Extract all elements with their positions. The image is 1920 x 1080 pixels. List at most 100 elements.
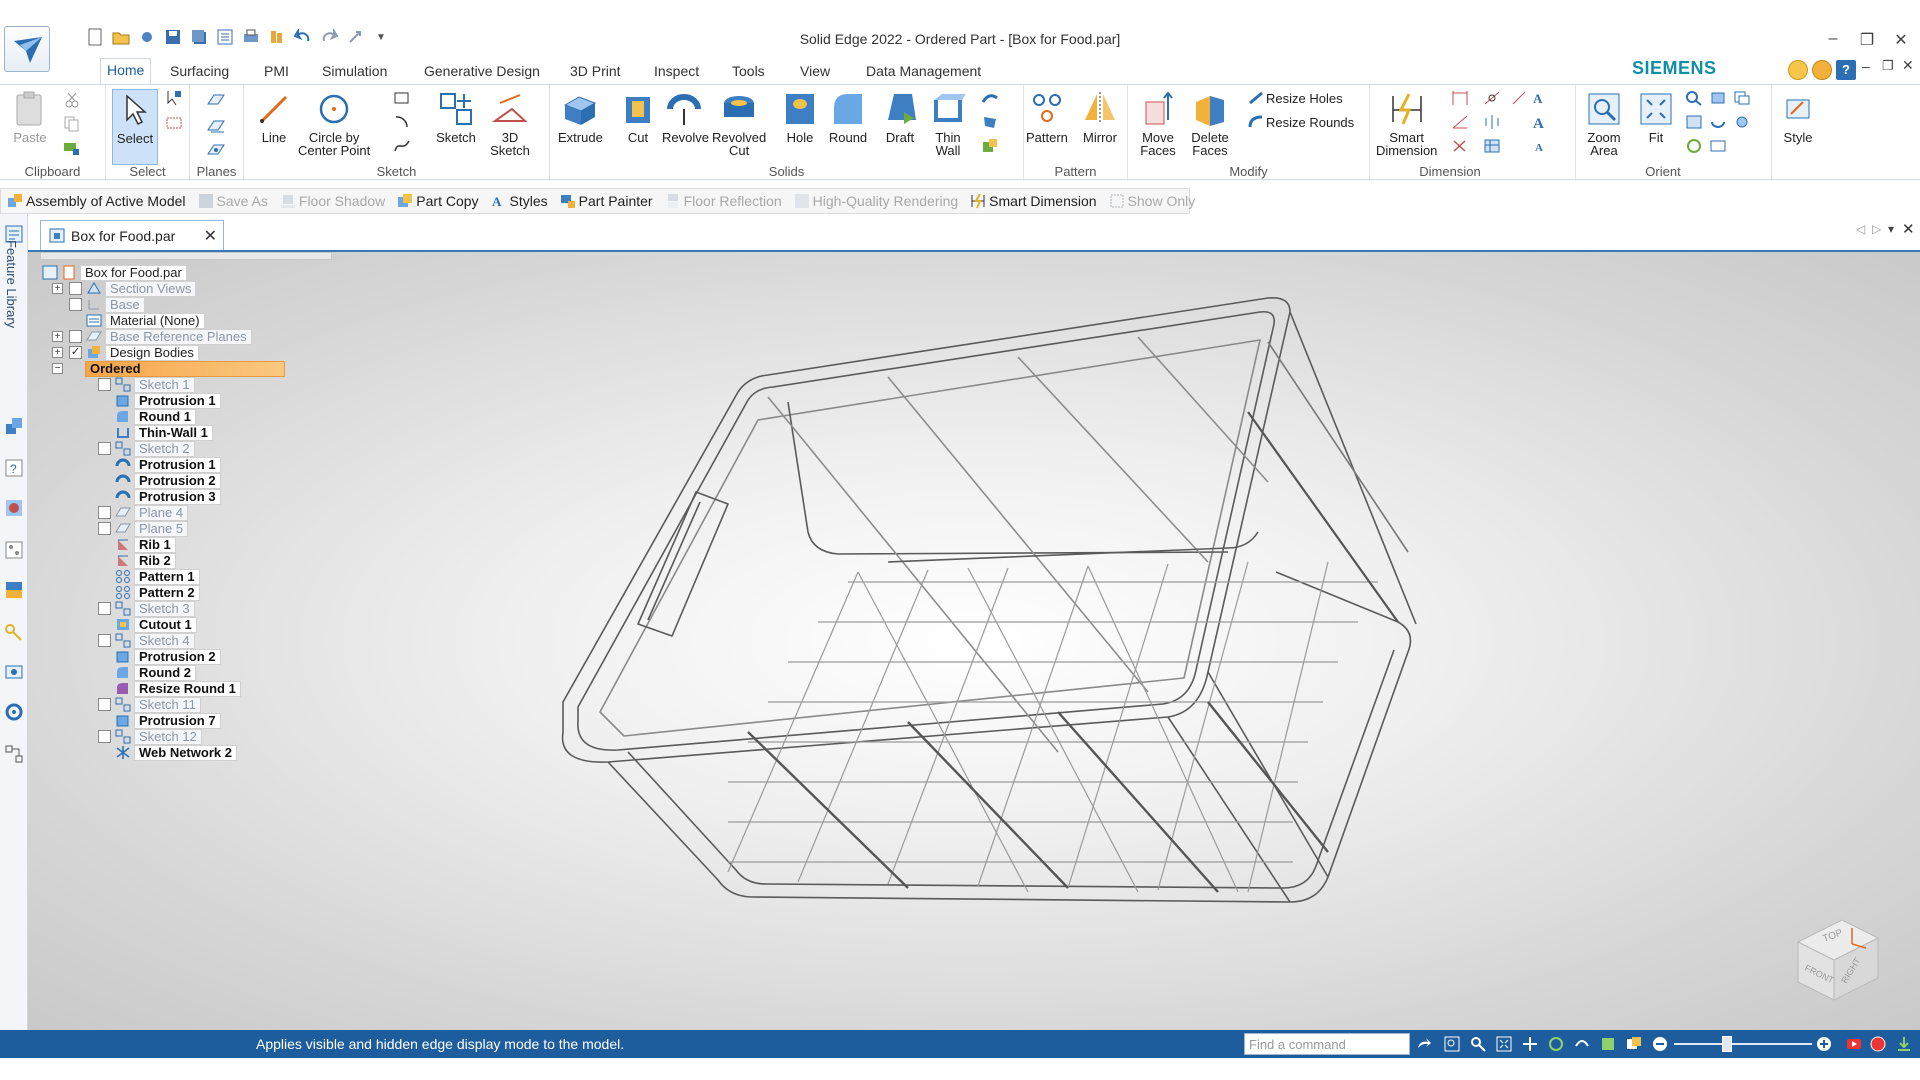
select-box-icon[interactable] bbox=[164, 115, 184, 133]
visibility-checkbox[interactable] bbox=[98, 522, 111, 535]
zoom-slider-thumb[interactable] bbox=[1722, 1036, 1732, 1052]
floor-shadow-button[interactable]: Floor Shadow bbox=[274, 189, 391, 213]
circle-by-center-point-button[interactable]: Circle by Center Point bbox=[298, 89, 370, 157]
close-all-tabs-icon[interactable]: ✕ bbox=[1902, 220, 1915, 238]
smart-dimension-command-button[interactable]: Smart Dimension bbox=[964, 189, 1102, 213]
draft-button[interactable]: Draft bbox=[880, 89, 920, 144]
show-only-button[interactable]: Show Only bbox=[1103, 189, 1202, 213]
print-icon[interactable] bbox=[240, 26, 262, 48]
tree-item-feature[interactable]: Resize Round 1 bbox=[115, 680, 241, 697]
angled-plane-icon[interactable] bbox=[206, 141, 226, 159]
tab-scroll-right-icon[interactable]: ▷ bbox=[1872, 222, 1881, 236]
tab-simulation[interactable]: Simulation bbox=[316, 60, 393, 82]
tree-item-ordered[interactable]: − Ordered bbox=[52, 360, 285, 377]
open-file-icon[interactable] bbox=[110, 26, 132, 48]
select-filter-icon[interactable] bbox=[164, 89, 184, 107]
text-large-a-icon[interactable]: A bbox=[1530, 113, 1550, 131]
go-arrow-icon[interactable] bbox=[1416, 1036, 1432, 1052]
previous-view-icon[interactable] bbox=[1732, 89, 1752, 107]
tab-3d-print[interactable]: 3D Print bbox=[564, 60, 627, 82]
curve-icon[interactable] bbox=[392, 137, 412, 155]
visibility-checkbox[interactable] bbox=[98, 442, 111, 455]
named-views-icon[interactable] bbox=[1708, 137, 1728, 155]
find-command-input[interactable] bbox=[1244, 1033, 1410, 1055]
tab-generative-design[interactable]: Generative Design bbox=[418, 60, 546, 82]
visibility-checkbox[interactable] bbox=[98, 506, 111, 519]
pathfinder-scrollbar[interactable] bbox=[40, 252, 332, 260]
smiley-happy-icon[interactable] bbox=[1788, 60, 1808, 80]
restore-icon[interactable]: ❐ bbox=[1850, 30, 1884, 50]
tree-item-feature[interactable]: Round 1 bbox=[115, 408, 196, 425]
tree-item-feature[interactable]: Protrusion 2 bbox=[115, 472, 221, 489]
part-copy-button[interactable]: Part Copy bbox=[391, 189, 484, 213]
styles-button[interactable]: A Styles bbox=[485, 189, 554, 213]
help-icon[interactable]: ? bbox=[1836, 60, 1856, 80]
layers-tab-icon[interactable] bbox=[4, 416, 24, 436]
round-button[interactable]: Round bbox=[828, 89, 868, 144]
smart-dimension-button[interactable]: Smart Dimension bbox=[1376, 89, 1437, 157]
video-record-icon[interactable] bbox=[1846, 1036, 1862, 1052]
tree-item-feature[interactable]: Round 2 bbox=[115, 664, 196, 681]
rotate-icon[interactable] bbox=[1684, 137, 1704, 155]
key-tab-icon[interactable] bbox=[4, 622, 24, 642]
visibility-checkbox[interactable] bbox=[69, 282, 82, 295]
resize-holes-button[interactable]: Resize Holes bbox=[1266, 91, 1343, 106]
angle-dimension-icon[interactable] bbox=[1510, 89, 1530, 107]
tree-item-base-reference-planes[interactable]: + Base Reference Planes bbox=[52, 328, 252, 345]
select-button[interactable]: Select bbox=[112, 89, 158, 165]
record-stop-icon[interactable] bbox=[1870, 1036, 1886, 1052]
zoom-area-status-icon[interactable] bbox=[1444, 1036, 1460, 1052]
color-manager-tab-icon[interactable] bbox=[4, 580, 24, 600]
tab-home[interactable]: Home bbox=[100, 58, 152, 86]
mirror-button[interactable]: Mirror bbox=[1080, 89, 1120, 144]
tree-item-feature[interactable]: Rib 1 bbox=[115, 536, 176, 553]
tree-item-feature[interactable]: Protrusion 1 bbox=[115, 456, 221, 473]
tree-item-section-views[interactable]: + Section Views bbox=[52, 280, 197, 297]
rectangle-icon[interactable] bbox=[392, 89, 412, 107]
sketch-view-icon[interactable] bbox=[1732, 113, 1752, 131]
extrude-button[interactable]: Extrude bbox=[558, 89, 603, 144]
tab-pmi[interactable]: PMI bbox=[258, 60, 295, 82]
save-all-icon[interactable] bbox=[188, 26, 210, 48]
floor-reflection-button[interactable]: Floor Reflection bbox=[659, 189, 788, 213]
tab-surfacing[interactable]: Surfacing bbox=[164, 60, 235, 82]
thin-wall-button[interactable]: Thin Wall bbox=[928, 89, 968, 157]
collapse-icon[interactable]: − bbox=[52, 363, 63, 374]
tab-inspect[interactable]: Inspect bbox=[648, 60, 705, 82]
zoom-status-icon[interactable] bbox=[1470, 1036, 1486, 1052]
resize-rounds-button[interactable]: Resize Rounds bbox=[1266, 115, 1354, 130]
graphics-window[interactable] bbox=[28, 252, 1920, 1030]
loft-icon[interactable] bbox=[980, 113, 1000, 131]
feature-library-tab[interactable]: Feature Library bbox=[4, 240, 19, 328]
pin-icon[interactable] bbox=[136, 26, 158, 48]
resize-rounds-icon[interactable] bbox=[1246, 113, 1266, 131]
fit-status-icon[interactable] bbox=[1496, 1036, 1512, 1052]
tab-tools[interactable]: Tools bbox=[726, 60, 771, 82]
text-a-icon[interactable]: A bbox=[1530, 89, 1550, 107]
visibility-checkbox[interactable] bbox=[69, 330, 82, 343]
tree-item-sketch[interactable]: Sketch 3 bbox=[98, 600, 195, 617]
tree-item-sketch[interactable]: Sketch 4 bbox=[98, 632, 195, 649]
tree-item-feature[interactable]: Rib 2 bbox=[115, 552, 176, 569]
style-button[interactable]: Style bbox=[1778, 89, 1818, 144]
view-cube[interactable]: TOP FRONT RIGHT bbox=[1790, 908, 1886, 1004]
expand-icon[interactable]: + bbox=[52, 347, 63, 358]
tree-item-feature[interactable]: Web Network 2 bbox=[115, 744, 237, 761]
tab-view[interactable]: View bbox=[794, 60, 836, 82]
relate-icon[interactable] bbox=[1482, 89, 1502, 107]
pan-status-icon[interactable] bbox=[1522, 1036, 1538, 1052]
tree-item-base[interactable]: Base bbox=[69, 296, 145, 313]
zoom-slider-track[interactable] bbox=[1674, 1043, 1812, 1045]
revolved-cut-button[interactable]: Revolved Cut bbox=[712, 89, 766, 157]
hole-button[interactable]: Hole bbox=[780, 89, 820, 144]
angle-between-icon[interactable] bbox=[1450, 113, 1470, 131]
document-tab[interactable]: Box for Food.par ✕ bbox=[40, 220, 224, 250]
coincident-plane-icon[interactable] bbox=[206, 91, 226, 109]
tree-item-feature[interactable]: Thin-Wall 1 bbox=[115, 424, 213, 441]
visibility-checkbox[interactable] bbox=[98, 378, 111, 391]
symmetric-icon[interactable] bbox=[1482, 113, 1502, 131]
visibility-checkbox[interactable] bbox=[69, 298, 82, 311]
revolve-button[interactable]: Revolve bbox=[662, 89, 709, 144]
visibility-checkbox[interactable] bbox=[98, 698, 111, 711]
tree-item-feature[interactable]: Pattern 1 bbox=[115, 568, 200, 585]
